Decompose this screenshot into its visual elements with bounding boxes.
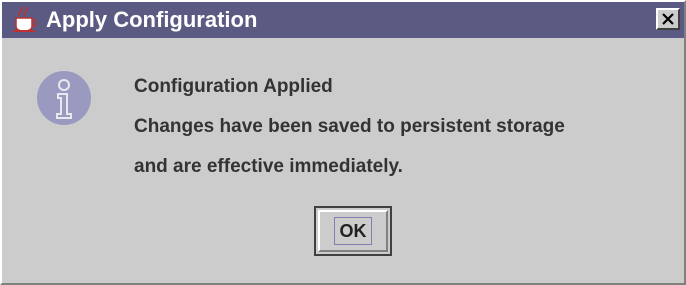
ok-button[interactable]: OK [318, 210, 388, 252]
message-line-1: Changes have been saved to persistent st… [134, 116, 565, 137]
message-heading: Configuration Applied [134, 76, 333, 97]
close-icon [661, 6, 675, 32]
window-title: Apply Configuration [46, 7, 258, 32]
java-cup-icon [10, 6, 40, 34]
message-line-2: and are effective immediately. [134, 156, 403, 177]
close-button[interactable] [656, 8, 680, 30]
ok-button-label: OK [334, 217, 372, 245]
ok-button-default-frame: OK [314, 206, 392, 256]
dialog-window: Apply Configuration Configuration Applie… [0, 0, 686, 285]
title-bar[interactable]: Apply Configuration [2, 2, 684, 38]
information-icon [36, 70, 92, 126]
